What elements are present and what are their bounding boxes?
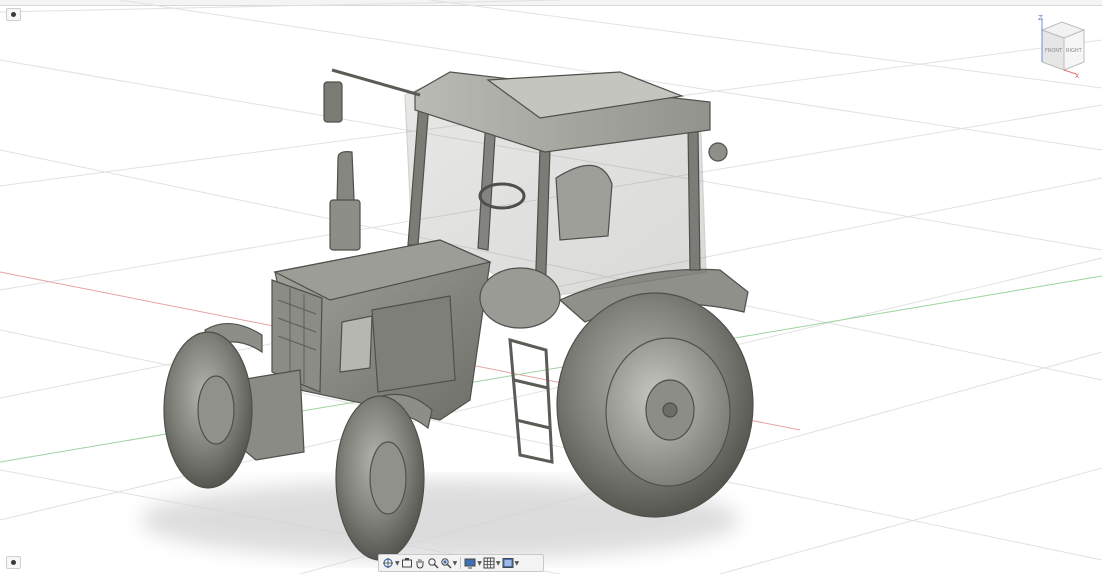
- chevron-down-icon: ▼: [477, 559, 482, 567]
- toggle-dot-icon: [11, 560, 16, 565]
- orbit-button[interactable]: ▼: [382, 556, 400, 570]
- toggle-dot-icon: [11, 12, 16, 17]
- grid-settings-button[interactable]: ▼: [483, 556, 501, 570]
- chevron-down-icon: ▼: [495, 559, 501, 567]
- orbit-icon: [383, 558, 393, 568]
- chevron-down-icon: ▼: [514, 559, 520, 567]
- zoom-window-icon: [440, 558, 452, 569]
- viewports-icon: [502, 558, 513, 568]
- zoom-button[interactable]: [427, 556, 439, 570]
- zoom-window-button[interactable]: ▼: [440, 556, 458, 570]
- look-at-icon: [401, 558, 412, 568]
- chevron-down-icon: ▼: [395, 559, 400, 567]
- viewcube-front-label[interactable]: FRONT: [1045, 48, 1063, 54]
- 3d-viewport[interactable]: FRONT RIGHT Z X: [0, 0, 1102, 574]
- pan-icon: [416, 559, 424, 569]
- axis-z-label: Z: [1038, 14, 1043, 22]
- navigation-toolbar: ▼ ▼ ▼ ▼ ▼: [378, 554, 544, 572]
- zoom-icon: [427, 558, 439, 569]
- viewcube-right-label[interactable]: RIGHT: [1066, 48, 1083, 54]
- grid-icon: [483, 557, 495, 569]
- viewports-button[interactable]: ▼: [502, 556, 520, 570]
- look-at-button[interactable]: [401, 556, 413, 570]
- comments-toggle-button[interactable]: [6, 556, 21, 569]
- pan-button[interactable]: [414, 556, 426, 570]
- browser-toggle-button[interactable]: [6, 8, 21, 21]
- chevron-down-icon: ▼: [452, 559, 458, 567]
- display-settings-button[interactable]: ▼: [464, 556, 482, 570]
- toolbar-separator: [460, 557, 462, 569]
- viewcube[interactable]: FRONT RIGHT Z X: [1038, 14, 1086, 80]
- axis-x-label: X: [1075, 73, 1079, 80]
- display-settings-icon: [464, 558, 476, 569]
